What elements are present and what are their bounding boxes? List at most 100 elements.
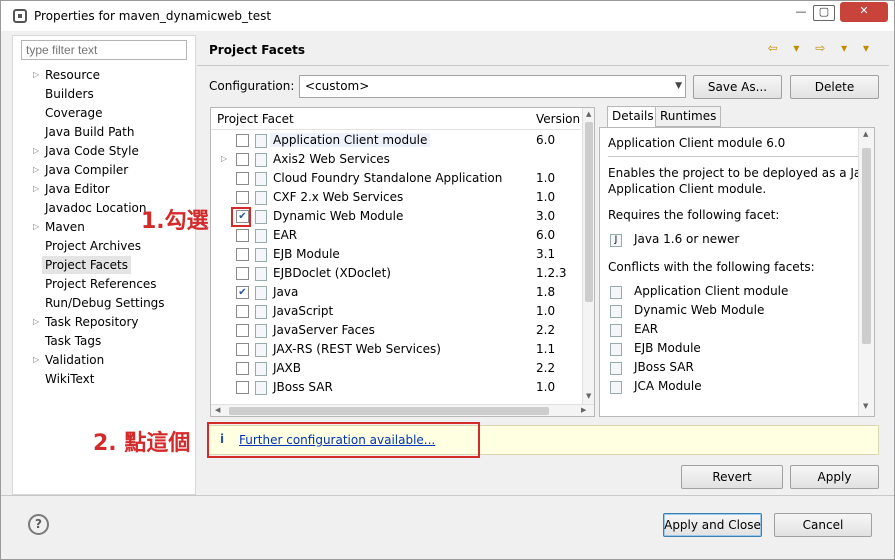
facet-icon	[255, 191, 267, 205]
tree-item[interactable]: Java Build Path	[45, 123, 134, 141]
facet-version[interactable]: 3.1	[536, 247, 555, 261]
filter-input[interactable]	[21, 40, 187, 60]
tree-item[interactable]: Project References	[45, 275, 157, 293]
revert-button[interactable]: Revert	[681, 465, 783, 489]
facet-version[interactable]: 1.0	[536, 304, 555, 318]
facet-row[interactable]: CXF 2.x Web Services 1.0	[211, 188, 581, 207]
facet-checkbox[interactable]	[236, 172, 249, 185]
facet-checkbox[interactable]	[236, 134, 249, 147]
facet-checkbox[interactable]	[236, 362, 249, 375]
page-title: Project Facets	[209, 43, 305, 57]
apply-and-close-button[interactable]: Apply and Close	[663, 513, 762, 537]
facet-checkbox[interactable]	[236, 248, 249, 261]
facet-checkbox[interactable]	[236, 267, 249, 280]
facet-icon	[255, 248, 267, 262]
facet-checkbox[interactable]	[236, 305, 249, 318]
facets-table-header: Project Facet Version	[211, 108, 581, 130]
facet-row[interactable]: ✔ Dynamic Web Module 3.0	[211, 207, 581, 226]
scrollbar-thumb[interactable]	[585, 122, 593, 302]
tree-item[interactable]: Resource	[45, 66, 100, 84]
facet-version[interactable]: 3.0	[536, 209, 555, 223]
close-button[interactable]: ✕	[840, 2, 888, 22]
facet-checkbox[interactable]	[236, 153, 249, 166]
tab-runtimes[interactable]: Runtimes	[655, 106, 722, 127]
facet-row[interactable]: JAXB 2.2	[211, 359, 581, 378]
facet-checkbox[interactable]	[236, 191, 249, 204]
facets-horizontal-scrollbar[interactable]: ◀ ▶	[211, 404, 594, 416]
scrollbar-thumb[interactable]	[229, 407, 549, 415]
facet-version[interactable]: 2.2	[536, 361, 555, 375]
expand-arrow-icon[interactable]: ▷	[221, 154, 227, 163]
facet-row[interactable]: JBoss SAR 1.0	[211, 378, 581, 397]
cancel-button[interactable]: Cancel	[774, 513, 872, 537]
facet-row[interactable]: Cloud Foundry Standalone Application 1.0	[211, 169, 581, 188]
tree-item[interactable]: Java Editor	[45, 180, 110, 198]
tree-item[interactable]: WikiText	[45, 370, 95, 388]
facet-version[interactable]: 1.1	[536, 342, 555, 356]
facet-icon	[610, 343, 622, 356]
tree-item[interactable]: Task Tags	[45, 332, 101, 350]
tree-item[interactable]: Javadoc Location	[45, 199, 146, 217]
facet-version[interactable]: 6.0	[536, 133, 555, 147]
facets-vertical-scrollbar[interactable]: ▲ ▼	[582, 108, 594, 404]
delete-button[interactable]: Delete	[790, 75, 879, 99]
scrollbar-thumb[interactable]	[862, 148, 871, 344]
facet-row[interactable]: JavaServer Faces 2.2	[211, 321, 581, 340]
tree-item[interactable]: Java Compiler	[45, 161, 128, 179]
expand-arrow-icon[interactable]: ▷	[33, 218, 39, 236]
facet-checkbox[interactable]	[236, 381, 249, 394]
column-header-facet[interactable]: Project Facet	[217, 112, 294, 126]
requires-label: Requires the following facet:	[608, 208, 780, 222]
tree-item[interactable]: Java Code Style	[45, 142, 139, 160]
annotation-step1: 1.勾選	[141, 209, 209, 234]
details-vertical-scrollbar[interactable]: ▲ ▼	[858, 128, 874, 416]
facet-checkbox[interactable]	[236, 324, 249, 337]
help-icon[interactable]: ?	[28, 514, 49, 535]
configuration-combo[interactable]: <custom> ▼	[299, 75, 686, 98]
facet-row[interactable]: Application Client module 6.0	[211, 131, 581, 150]
tree-item[interactable]: Maven	[45, 218, 85, 236]
column-header-version[interactable]: Version	[536, 112, 580, 126]
expand-arrow-icon[interactable]: ▷	[33, 313, 39, 331]
facet-version[interactable]: 1.0	[536, 171, 555, 185]
facet-row[interactable]: EJBDoclet (XDoclet) 1.2.3	[211, 264, 581, 283]
facet-version[interactable]: 6.0	[536, 228, 555, 242]
tree-item[interactable]: Task Repository	[45, 313, 139, 331]
facet-icon	[255, 172, 267, 186]
history-nav-arrows[interactable]: ⇦ ▾ ⇨ ▾ ▾	[768, 41, 875, 55]
tree-item[interactable]: Coverage	[45, 104, 103, 122]
facet-row[interactable]: EJB Module 3.1	[211, 245, 581, 264]
facet-checkbox[interactable]	[236, 343, 249, 356]
facet-version[interactable]: 2.2	[536, 323, 555, 337]
minimize-button[interactable]: —	[788, 4, 814, 22]
tree-item[interactable]: Builders	[45, 85, 94, 103]
tab-details[interactable]: Details	[607, 106, 659, 128]
tree-item[interactable]: Run/Debug Settings	[45, 294, 165, 312]
requires-item: Java 1.6 or newer	[634, 232, 740, 246]
expand-arrow-icon[interactable]: ▷	[33, 142, 39, 160]
facet-row[interactable]: JAX-RS (REST Web Services) 1.1	[211, 340, 581, 359]
expand-arrow-icon[interactable]: ▷	[33, 351, 39, 369]
facet-icon	[610, 324, 622, 337]
expand-arrow-icon[interactable]: ▷	[33, 180, 39, 198]
expand-arrow-icon[interactable]: ▷	[33, 161, 39, 179]
facet-version[interactable]: 1.8	[536, 285, 555, 299]
facet-checkbox[interactable]: ✔	[236, 286, 249, 299]
tree-item[interactable]: Validation	[45, 351, 104, 369]
maximize-button[interactable]: ▢	[813, 5, 835, 21]
save-as-button[interactable]: Save As...	[693, 75, 782, 99]
facet-row[interactable]: EAR 6.0	[211, 226, 581, 245]
tree-item[interactable]: Project Archives	[45, 237, 141, 255]
facet-checkbox[interactable]	[236, 229, 249, 242]
facet-version[interactable]: 1.0	[536, 190, 555, 204]
facet-row[interactable]: ▷ Axis2 Web Services	[211, 150, 581, 169]
tree-item[interactable]: Project Facets	[42, 256, 131, 274]
apply-button[interactable]: Apply	[790, 465, 879, 489]
facet-icon	[610, 362, 622, 375]
facet-row[interactable]: ✔ Java 1.8	[211, 283, 581, 302]
facet-row[interactable]: JavaScript 1.0	[211, 302, 581, 321]
divider	[197, 65, 889, 66]
facet-version[interactable]: 1.2.3	[536, 266, 567, 280]
expand-arrow-icon[interactable]: ▷	[33, 66, 39, 84]
facet-version[interactable]: 1.0	[536, 380, 555, 394]
